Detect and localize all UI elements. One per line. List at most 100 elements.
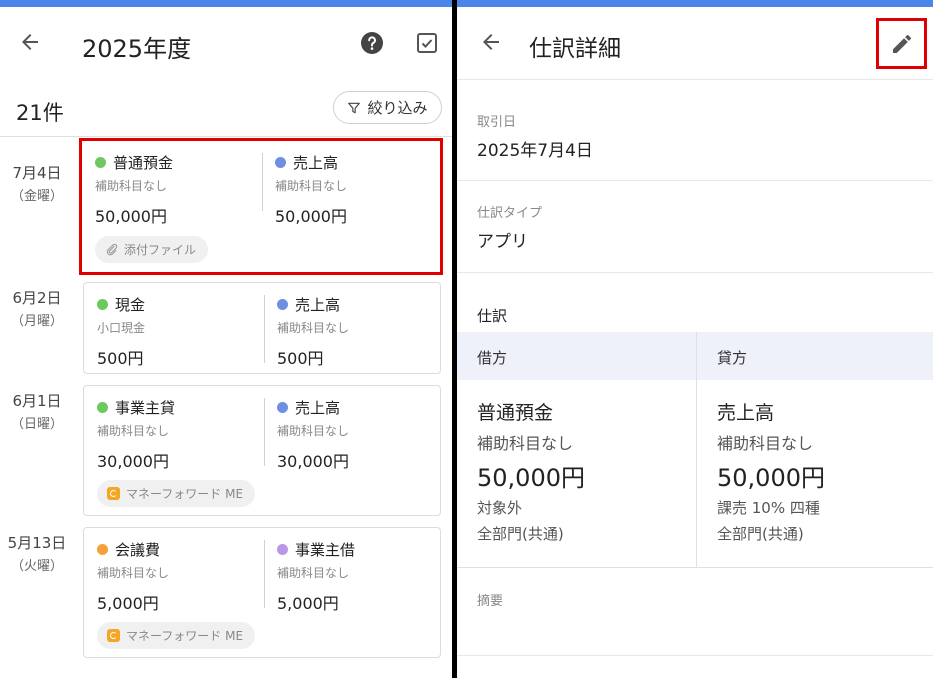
credit-amount: 50,000円 xyxy=(717,464,825,492)
credit-account-name: 売上高 xyxy=(293,154,339,172)
blue-dot-icon xyxy=(277,402,288,413)
credit-account: 売上高 xyxy=(275,152,338,173)
list-header: 2025年度 xyxy=(0,7,452,79)
credit-amount: 50,000円 xyxy=(275,207,347,226)
credit-amount: 5,000円 xyxy=(277,594,339,613)
debit-account-name: 普通預金 xyxy=(477,402,554,424)
credit-sub-account: 補助科目なし xyxy=(717,434,814,453)
journal-entry-card[interactable]: 事業主貸 補助科目なし 30,000円 売上高 補助科目なし 30,000円 マ… xyxy=(83,385,441,516)
credit-account-name: 事業主借 xyxy=(295,541,356,559)
debit-account-name: 現金 xyxy=(115,296,146,314)
debit-account-name: 普通預金 xyxy=(113,154,174,172)
detail-header: 仕訳詳細 xyxy=(457,7,933,80)
memo-label: 摘要 xyxy=(477,594,504,609)
entry-date-day: 6月1日 xyxy=(12,392,62,410)
credit-amount: 30,000円 xyxy=(277,452,349,471)
debit-department: 全部門(共通) xyxy=(477,525,564,543)
green-dot-icon xyxy=(97,299,108,310)
journal-entry-card[interactable]: 会議費 補助科目なし 5,000円 事業主借 補助科目なし 5,000円 マネー… xyxy=(83,527,441,658)
journal-section-label: 仕訳 xyxy=(477,307,508,325)
credit-sub-account: 補助科目なし xyxy=(277,424,350,438)
journal-list-screen: 2025年度 21件 絞り込み 7月4日 （金曜） 普通預金 補助科目なし 50… xyxy=(0,0,452,678)
entry-date-day: 7月4日 xyxy=(12,164,62,182)
orange-dot-icon xyxy=(97,544,108,555)
debit-amount: 50,000円 xyxy=(95,207,167,226)
credit-account: 売上高 xyxy=(277,294,340,315)
detail-title: 仕訳詳細 xyxy=(529,36,621,62)
paperclip-icon xyxy=(106,243,118,256)
help-icon[interactable] xyxy=(360,31,384,55)
entry-date: 7月4日 （金曜） xyxy=(0,162,74,204)
source-chip-label: マネーフォワード ME xyxy=(126,487,244,501)
green-dot-icon xyxy=(95,157,106,168)
filter-label: 絞り込み xyxy=(367,99,428,117)
journal-entry-card[interactable]: 現金 小口現金 500円 売上高 補助科目なし 500円 xyxy=(83,282,441,374)
debit-account-name: 会議費 xyxy=(115,541,161,559)
pencil-icon xyxy=(892,34,911,53)
debit-header: 借方 xyxy=(477,349,508,367)
moneyforward-icon xyxy=(107,629,120,642)
journal-type-value: アプリ xyxy=(477,232,528,252)
journal-detail-screen: 仕訳詳細 取引日 2025年7月4日 仕訳タイプ アプリ 仕訳 借方 貸方 普通… xyxy=(457,0,933,678)
debit-sub-account: 補助科目なし xyxy=(97,566,170,580)
debit-amount: 500円 xyxy=(97,349,144,368)
credit-account: 事業主借 xyxy=(277,539,355,560)
debit-amount: 5,000円 xyxy=(97,594,159,613)
credit-account-name: 売上高 xyxy=(717,402,775,424)
debit-amount: 50,000円 xyxy=(477,464,585,492)
credit-account-name: 売上高 xyxy=(295,399,341,417)
journal-type-label: 仕訳タイプ xyxy=(477,206,543,221)
debit-sub-account: 補助科目なし xyxy=(477,434,574,453)
source-chip[interactable]: マネーフォワード ME xyxy=(97,480,256,507)
journal-entry-card-selected[interactable]: 普通預金 補助科目なし 50,000円 売上高 補助科目なし 50,000円 添… xyxy=(79,138,443,275)
column-divider xyxy=(264,540,265,608)
filter-button[interactable]: 絞り込み xyxy=(333,91,442,124)
debit-account: 会議費 xyxy=(97,539,160,560)
debit-account: 事業主貸 xyxy=(97,397,175,418)
page-title: 2025年度 xyxy=(82,35,192,63)
credit-amount: 500円 xyxy=(277,349,324,368)
entry-date: 6月2日 （月曜） xyxy=(0,287,74,329)
entry-date-day: 5月13日 xyxy=(7,534,67,552)
credit-department: 全部門(共通) xyxy=(717,525,804,543)
source-chip-label: マネーフォワード ME xyxy=(126,629,244,643)
entry-date: 5月13日 （火曜） xyxy=(0,532,74,574)
moneyforward-icon xyxy=(107,487,120,500)
entry-date-weekday: （日曜） xyxy=(10,417,63,432)
blue-dot-icon xyxy=(275,157,286,168)
memo-field: 摘要 xyxy=(457,568,933,656)
debit-amount: 30,000円 xyxy=(97,452,169,471)
credit-sub-account: 補助科目なし xyxy=(277,321,350,335)
blue-dot-icon xyxy=(277,299,288,310)
journal-type-field: 仕訳タイプ アプリ xyxy=(457,181,933,273)
transaction-date-field: 取引日 2025年7月4日 xyxy=(457,80,933,181)
credit-header: 貸方 xyxy=(717,349,748,367)
transaction-date-label: 取引日 xyxy=(477,115,517,130)
attachment-chip-label: 添付ファイル xyxy=(124,243,197,257)
filter-icon xyxy=(348,102,361,113)
result-count: 21件 xyxy=(16,101,64,125)
source-chip[interactable]: マネーフォワード ME xyxy=(97,622,256,649)
back-arrow-icon[interactable] xyxy=(18,30,42,54)
journal-table-body: 普通預金 補助科目なし 50,000円 対象外 全部門(共通) 売上高 補助科目… xyxy=(457,380,933,568)
debit-account: 普通預金 xyxy=(95,152,173,173)
purple-dot-icon xyxy=(277,544,288,555)
credit-sub-account: 補助科目なし xyxy=(275,179,348,193)
debit-sub-account: 小口現金 xyxy=(97,321,146,335)
green-dot-icon xyxy=(97,402,108,413)
attachment-chip[interactable]: 添付ファイル xyxy=(95,236,209,263)
debit-account-name: 事業主貸 xyxy=(115,399,176,417)
status-accent xyxy=(457,0,933,7)
credit-sub-account: 補助科目なし xyxy=(277,566,350,580)
debit-sub-account: 補助科目なし xyxy=(95,179,168,193)
credit-account-name: 売上高 xyxy=(295,296,341,314)
back-arrow-icon[interactable] xyxy=(479,30,503,54)
list-toolbar: 21件 絞り込み xyxy=(0,79,452,137)
debit-sub-account: 補助科目なし xyxy=(97,424,170,438)
transaction-date-value: 2025年7月4日 xyxy=(477,141,593,161)
entry-date: 6月1日 （日曜） xyxy=(0,390,74,432)
credit-account: 売上高 xyxy=(277,397,340,418)
debit-account: 現金 xyxy=(97,294,145,315)
edit-button[interactable] xyxy=(876,18,927,69)
checkbox-select-icon[interactable] xyxy=(415,31,439,55)
